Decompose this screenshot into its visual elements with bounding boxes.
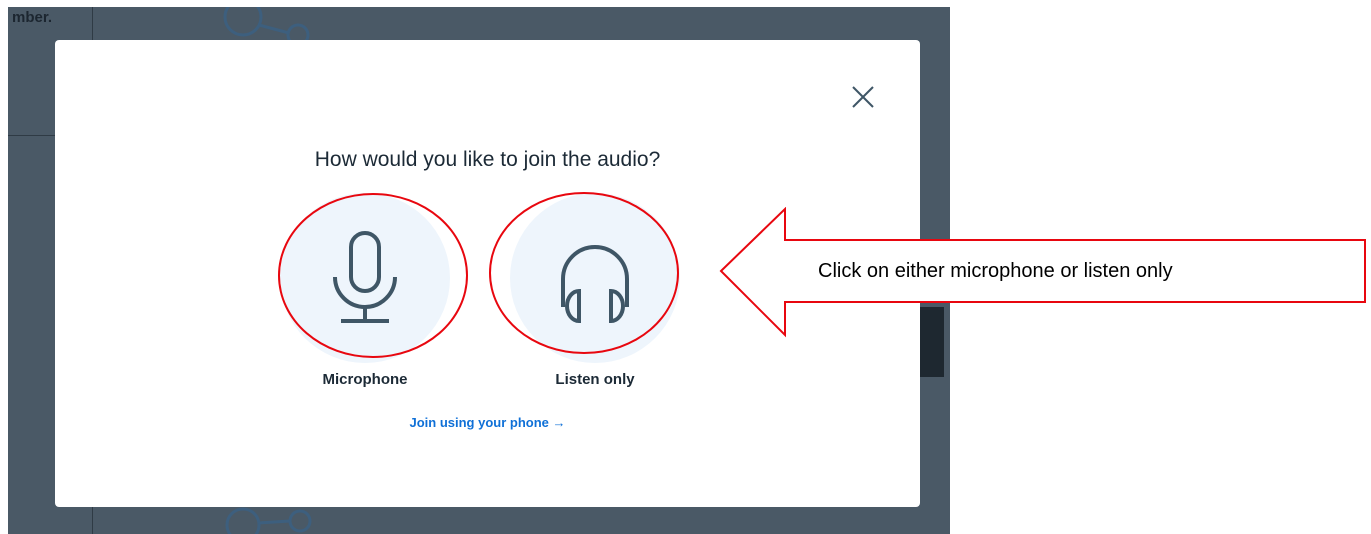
- listen-only-highlight-ring: [489, 192, 679, 354]
- listen-only-label: Listen only: [555, 371, 635, 388]
- join-by-phone-link[interactable]: Join using your phone →: [55, 415, 920, 430]
- callout-text: Click on either microphone or listen onl…: [818, 260, 1173, 282]
- background-graphic-bottom: [225, 507, 312, 534]
- modal-title: How would you like to join the audio?: [314, 148, 661, 171]
- close-button[interactable]: [848, 82, 878, 112]
- microphone-label: Microphone: [322, 371, 408, 388]
- microphone-highlight-ring: [278, 193, 468, 358]
- close-icon: [852, 86, 874, 108]
- background-text: mber.: [12, 9, 53, 26]
